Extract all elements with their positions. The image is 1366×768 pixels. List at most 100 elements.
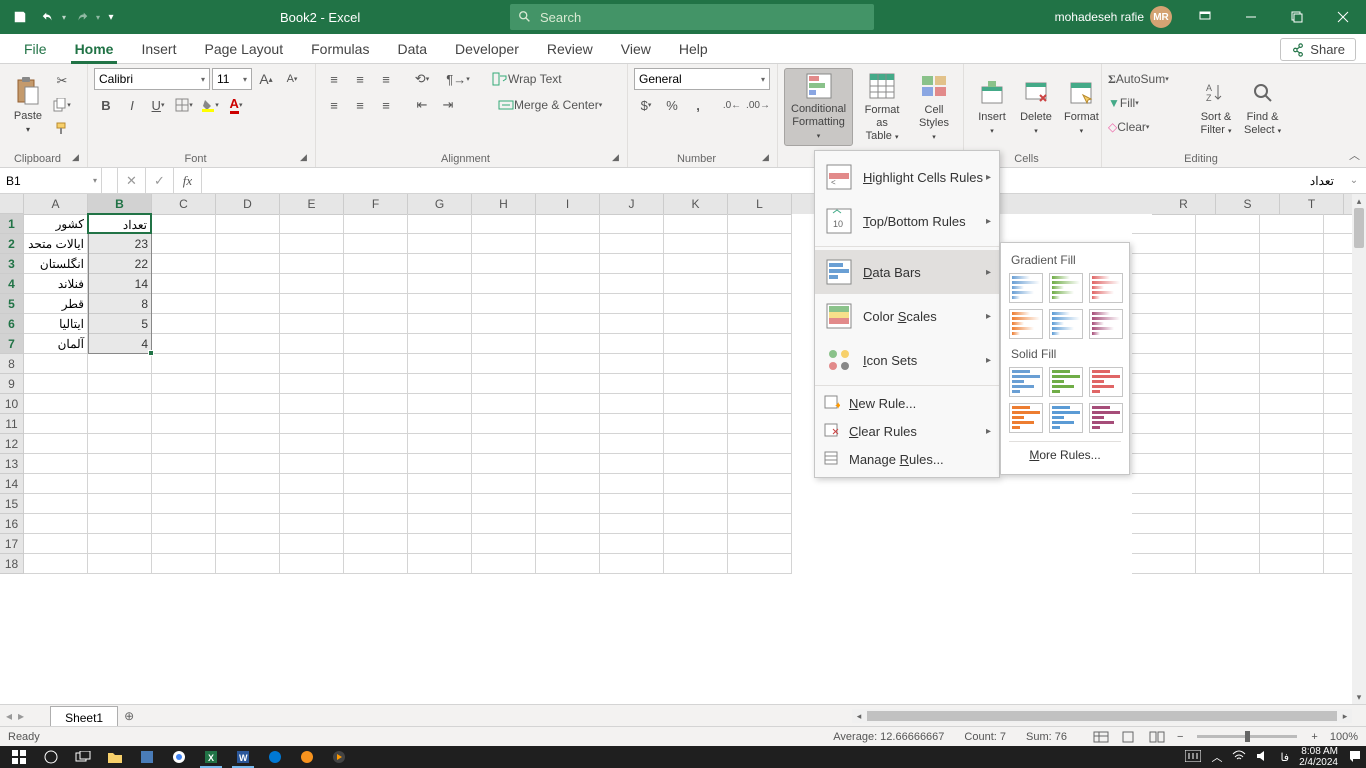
cell-F4[interactable]	[344, 274, 408, 294]
row-header-1[interactable]: 1	[0, 214, 24, 234]
cell-A13[interactable]	[24, 454, 88, 474]
cell-H12[interactable]	[472, 434, 536, 454]
cell-B8[interactable]	[88, 354, 152, 374]
databar-gradient-orange[interactable]	[1009, 309, 1043, 339]
cell-E11[interactable]	[280, 414, 344, 434]
cell-S1[interactable]	[1196, 214, 1260, 234]
add-sheet-icon[interactable]: ⊕	[118, 709, 140, 723]
ribbon-display-options-icon[interactable]	[1182, 0, 1228, 34]
cell-C15[interactable]	[152, 494, 216, 514]
cell-I7[interactable]	[536, 334, 600, 354]
row-header-5[interactable]: 5	[0, 294, 24, 314]
cell-H6[interactable]	[472, 314, 536, 334]
menu-data-bars[interactable]: Data Bars ▸	[815, 250, 999, 294]
format-cells-button[interactable]: Format▾	[1058, 68, 1105, 146]
cell-E10[interactable]	[280, 394, 344, 414]
cell-K6[interactable]	[664, 314, 728, 334]
cell-L15[interactable]	[728, 494, 792, 514]
cell-L13[interactable]	[728, 454, 792, 474]
paste-button[interactable]: Paste▾	[6, 68, 50, 144]
col-header-T[interactable]: T	[1280, 194, 1344, 215]
col-header-D[interactable]: D	[216, 194, 280, 215]
cell-K18[interactable]	[664, 554, 728, 574]
collapse-ribbon-icon[interactable]: ︿	[1349, 147, 1360, 163]
cell-C2[interactable]	[152, 234, 216, 254]
cell-H9[interactable]	[472, 374, 536, 394]
find-select-button[interactable]: Find & Select ▾	[1238, 68, 1287, 146]
scroll-up-icon[interactable]: ▴	[1352, 194, 1366, 208]
cell-F3[interactable]	[344, 254, 408, 274]
cell-R11[interactable]	[1132, 414, 1196, 434]
cell-H18[interactable]	[472, 554, 536, 574]
cell-T5[interactable]	[1260, 294, 1324, 314]
vertical-scrollbar[interactable]: ▴ ▾	[1352, 194, 1366, 704]
cell-H10[interactable]	[472, 394, 536, 414]
cell-H11[interactable]	[472, 414, 536, 434]
copy-icon[interactable]: ▾	[50, 94, 74, 116]
cell-B10[interactable]	[88, 394, 152, 414]
cell-T17[interactable]	[1260, 534, 1324, 554]
cell-C10[interactable]	[152, 394, 216, 414]
menu-top-bottom-rules[interactable]: 10 Top/Bottom Rules ▸	[815, 199, 999, 243]
cell-R17[interactable]	[1132, 534, 1196, 554]
cell-I10[interactable]	[536, 394, 600, 414]
clear-button[interactable]: ◇ Clear ▾	[1108, 116, 1194, 138]
format-painter-icon[interactable]	[50, 118, 74, 140]
save-icon[interactable]	[8, 5, 32, 29]
cell-S6[interactable]	[1196, 314, 1260, 334]
cell-D10[interactable]	[216, 394, 280, 414]
chrome-icon[interactable]	[164, 746, 194, 768]
notifications-icon[interactable]	[1348, 749, 1362, 766]
databar-solid-purple[interactable]	[1089, 403, 1123, 433]
col-header-E[interactable]: E	[280, 194, 344, 215]
undo-icon[interactable]	[36, 5, 60, 29]
cell-S16[interactable]	[1196, 514, 1260, 534]
minimize-icon[interactable]	[1228, 0, 1274, 34]
cell-R13[interactable]	[1132, 454, 1196, 474]
cell-B14[interactable]	[88, 474, 152, 494]
cell-J4[interactable]	[600, 274, 664, 294]
cell-K3[interactable]	[664, 254, 728, 274]
cell-H4[interactable]	[472, 274, 536, 294]
cell-R1[interactable]	[1132, 214, 1196, 234]
cell-D16[interactable]	[216, 514, 280, 534]
cell-F10[interactable]	[344, 394, 408, 414]
cell-S13[interactable]	[1196, 454, 1260, 474]
menu-highlight-cells-rules[interactable]: < Highlight Cells Rules ▸	[815, 155, 999, 199]
menu-manage-rules[interactable]: Manage Rules...	[815, 445, 999, 473]
cell-G5[interactable]	[408, 294, 472, 314]
cell-C12[interactable]	[152, 434, 216, 454]
cell-C1[interactable]	[152, 214, 216, 234]
zoom-thumb[interactable]	[1245, 731, 1250, 742]
menu-icon-sets[interactable]: Icon Sets ▸	[815, 338, 999, 382]
cell-I5[interactable]	[536, 294, 600, 314]
cell-L2[interactable]	[728, 234, 792, 254]
databar-gradient-red[interactable]	[1089, 273, 1123, 303]
fill-button[interactable]: ▼ Fill ▾	[1108, 92, 1194, 114]
cell-E1[interactable]	[280, 214, 344, 234]
cell-R2[interactable]	[1132, 234, 1196, 254]
conditional-formatting-button[interactable]: Conditional Formatting ▾	[784, 68, 853, 146]
cell-B6[interactable]: 5	[88, 314, 152, 334]
cell-R4[interactable]	[1132, 274, 1196, 294]
cell-B16[interactable]	[88, 514, 152, 534]
cell-L7[interactable]	[728, 334, 792, 354]
zoom-out-icon[interactable]: −	[1177, 731, 1183, 743]
cell-F9[interactable]	[344, 374, 408, 394]
sheet-prev-icon[interactable]: ◂	[6, 709, 12, 723]
row-header-14[interactable]: 14	[0, 474, 24, 494]
cell-R12[interactable]	[1132, 434, 1196, 454]
cell-C9[interactable]	[152, 374, 216, 394]
cell-K5[interactable]	[664, 294, 728, 314]
cell-E16[interactable]	[280, 514, 344, 534]
cell-D4[interactable]	[216, 274, 280, 294]
cell-L18[interactable]	[728, 554, 792, 574]
cell-H15[interactable]	[472, 494, 536, 514]
cell-D3[interactable]	[216, 254, 280, 274]
tab-data[interactable]: Data	[383, 34, 441, 64]
increase-decimal-icon[interactable]: .0←	[720, 94, 744, 116]
cell-R7[interactable]	[1132, 334, 1196, 354]
cell-I13[interactable]	[536, 454, 600, 474]
cell-K8[interactable]	[664, 354, 728, 374]
cell-K11[interactable]	[664, 414, 728, 434]
